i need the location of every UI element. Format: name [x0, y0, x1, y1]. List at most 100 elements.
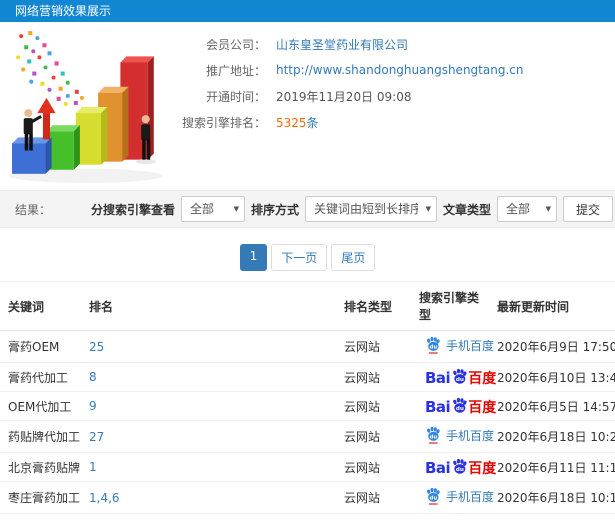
- mobile-baidu-label: 手机百度: [446, 428, 495, 443]
- submit-button[interactable]: 提交: [562, 196, 613, 222]
- article-type-label: 文章类型: [442, 202, 491, 217]
- page-title: 网络营销效果展示: [15, 4, 112, 18]
- baidu-logo-bai: Bai: [425, 369, 451, 387]
- promo-url-label: 推广地址：: [205, 63, 266, 78]
- rank-link[interactable]: 1,4,6: [89, 491, 120, 505]
- svg-text:du: du: [456, 377, 464, 383]
- updated-text: 2020年6月9日 17:50: [497, 340, 615, 354]
- engine-baidu-logo: Bai du 百度: [425, 397, 496, 415]
- baidu-logo-cn: 百度: [468, 461, 497, 477]
- table-row: 医疗器械厂家 4 云网站 Bai du 百度 2: [0, 513, 615, 520]
- header-keyword: 关键词: [0, 281, 85, 331]
- header-engine-type: 搜索引擎类型: [415, 281, 493, 331]
- keyword-text: 枣庄膏药加工: [8, 491, 81, 505]
- mobile-baidu-label: 手机百度: [446, 489, 495, 504]
- result-label: 结果：: [15, 202, 52, 217]
- engine-mobile-baidu: du 手机百度: [425, 487, 494, 505]
- promo-url-row: 推广地址： http://www.shandonghuangshengtang.…: [178, 57, 615, 83]
- table-row: 膏药代加工 8 云网站 Bai du 百度 2020年6月10日 13:40: [0, 362, 615, 392]
- mobile-baidu-paw-icon: du: [425, 487, 441, 505]
- engine-mobile-baidu: du 手机百度: [425, 336, 494, 354]
- rank-type-text: 云网站: [344, 460, 381, 475]
- open-time-row: 开通时间： 2019年11月20日 09:08: [178, 83, 615, 109]
- rank-link[interactable]: 8: [89, 370, 97, 384]
- company-row: 会员公司： 山东皇圣堂药业有限公司: [178, 31, 615, 57]
- sort-filter-select[interactable]: 关键词由短到长排序: [304, 196, 437, 222]
- header-rank-type: 排名类型: [340, 281, 415, 331]
- engine-baidu-logo: Bai du 百度: [425, 368, 496, 386]
- mobile-baidu-label: 手机百度: [446, 338, 495, 353]
- table-row: 药贴牌代加工 27 云网站 du 手机百度 2020年6月18日 10:25: [0, 420, 615, 453]
- svg-text:du: du: [430, 344, 438, 350]
- info-fields: 会员公司： 山东皇圣堂药业有限公司 推广地址： http://www.shand…: [178, 22, 615, 190]
- engine-mobile-baidu: du 手机百度: [425, 426, 494, 444]
- last-page-button[interactable]: 尾页: [331, 244, 376, 271]
- baidu-logo-bai: Bai: [425, 398, 451, 416]
- baidu-logo-cn: 百度: [468, 371, 497, 387]
- rank-link[interactable]: 9: [89, 399, 97, 413]
- table-row: 膏药OEM 25 云网站 du 手机百度 2020年6月9日 17:50: [0, 330, 615, 363]
- sort-filter-label: 排序方式: [250, 202, 299, 217]
- svg-text:du: du: [456, 467, 464, 473]
- open-time-label: 开通时间：: [205, 89, 266, 104]
- company-link[interactable]: 山东皇圣堂药业有限公司: [276, 36, 408, 53]
- header-updated: 最新更新时间: [493, 281, 615, 331]
- rank-count-suffix: 条: [306, 115, 319, 130]
- baidu-logo-bai: Bai: [425, 459, 451, 477]
- rank-link[interactable]: 1: [89, 460, 97, 474]
- engine-filter-wrap: 全部: [180, 196, 245, 222]
- promo-url-link[interactable]: http://www.shandonghuangshengtang.cn: [276, 63, 523, 77]
- updated-text: 2020年6月10日 13:40: [497, 370, 615, 385]
- rank-type-text: 云网站: [344, 430, 381, 444]
- rank-count-row: 搜索引擎排名： 5325条: [178, 109, 615, 135]
- filter-controls: 分搜索引擎查看 全部 排序方式 关键词由短到长排序 文章类型 全部 提交: [91, 196, 615, 222]
- engine-baidu-logo: Bai du 百度: [425, 458, 496, 476]
- keyword-text: 药贴牌代加工: [8, 430, 81, 444]
- sort-filter-wrap: 关键词由短到长排序: [304, 196, 437, 222]
- keyword-text: 膏药代加工: [8, 370, 69, 385]
- info-section: 会员公司： 山东皇圣堂药业有限公司 推广地址： http://www.shand…: [0, 22, 615, 190]
- baidu-logo-cn: 百度: [468, 400, 497, 416]
- window-titlebar: 网络营销效果展示: [0, 0, 615, 22]
- rank-count-number: 5325: [276, 115, 307, 130]
- rank-link[interactable]: 25: [89, 340, 104, 354]
- updated-text: 2020年6月18日 10:25: [497, 430, 615, 444]
- open-time-value: 2019年11月20日 09:08: [276, 89, 412, 104]
- rank-type-text: 云网站: [344, 370, 381, 385]
- rank-count-value[interactable]: 5325条: [276, 114, 319, 131]
- rank-type-text: 云网站: [344, 399, 381, 414]
- rank-count-label: 搜索引擎排名：: [181, 115, 266, 130]
- article-type-wrap: 全部: [496, 196, 557, 222]
- rank-link[interactable]: 27: [89, 430, 104, 444]
- pagination: 1 下一页 尾页: [0, 244, 615, 271]
- mobile-baidu-paw-icon: du: [425, 426, 441, 444]
- keyword-text: 北京膏药贴牌: [8, 460, 81, 475]
- updated-text: 2020年6月18日 10:19: [497, 491, 615, 505]
- confetti-dots: [16, 31, 84, 106]
- article-type-select[interactable]: 全部: [496, 196, 557, 222]
- page-1-button[interactable]: 1: [239, 244, 268, 271]
- marketing-growth-illustration: [9, 31, 163, 183]
- filter-bar: 结果： 分搜索引擎查看 全部 排序方式 关键词由短到长排序 文章类型 全部 提交: [0, 190, 615, 228]
- header-rank: 排名: [85, 281, 340, 331]
- engine-filter-label: 分搜索引擎查看: [90, 202, 175, 217]
- company-label: 会员公司：: [205, 37, 266, 52]
- updated-text: 2020年6月5日 14:57: [497, 399, 615, 414]
- rank-type-text: 云网站: [344, 340, 381, 354]
- rank-type-text: 云网站: [344, 491, 381, 505]
- table-header-row: 关键词 排名 排名类型 搜索引擎类型 最新更新时间: [0, 281, 615, 331]
- engine-filter-select[interactable]: 全部: [180, 196, 245, 222]
- table-row: OEM代加工 9 云网站 Bai du 百度 2020年6月5日 14:57: [0, 391, 615, 421]
- svg-text:du: du: [456, 406, 464, 412]
- svg-text:du: du: [430, 434, 438, 440]
- table-row: 枣庄膏药加工 1,4,6 云网站 du 手机百度 2020年6月18日 10:1…: [0, 481, 615, 514]
- baidu-paw-icon: du: [451, 458, 467, 476]
- keyword-text: 膏药OEM: [8, 340, 60, 354]
- svg-text:du: du: [430, 495, 438, 501]
- table-row: 北京膏药贴牌 1 云网站 Bai du 百度 2020年6月11日 11:18: [0, 452, 615, 482]
- results-table-body: 膏药OEM 25 云网站 du 手机百度 2020年6月9日 17:50 膏药代…: [0, 330, 615, 520]
- keyword-text: OEM代加工: [8, 399, 72, 414]
- updated-text: 2020年6月11日 11:18: [497, 460, 615, 475]
- results-table: 关键词 排名 排名类型 搜索引擎类型 最新更新时间 膏药OEM 25 云网站 d…: [0, 281, 615, 520]
- next-page-button[interactable]: 下一页: [271, 244, 328, 271]
